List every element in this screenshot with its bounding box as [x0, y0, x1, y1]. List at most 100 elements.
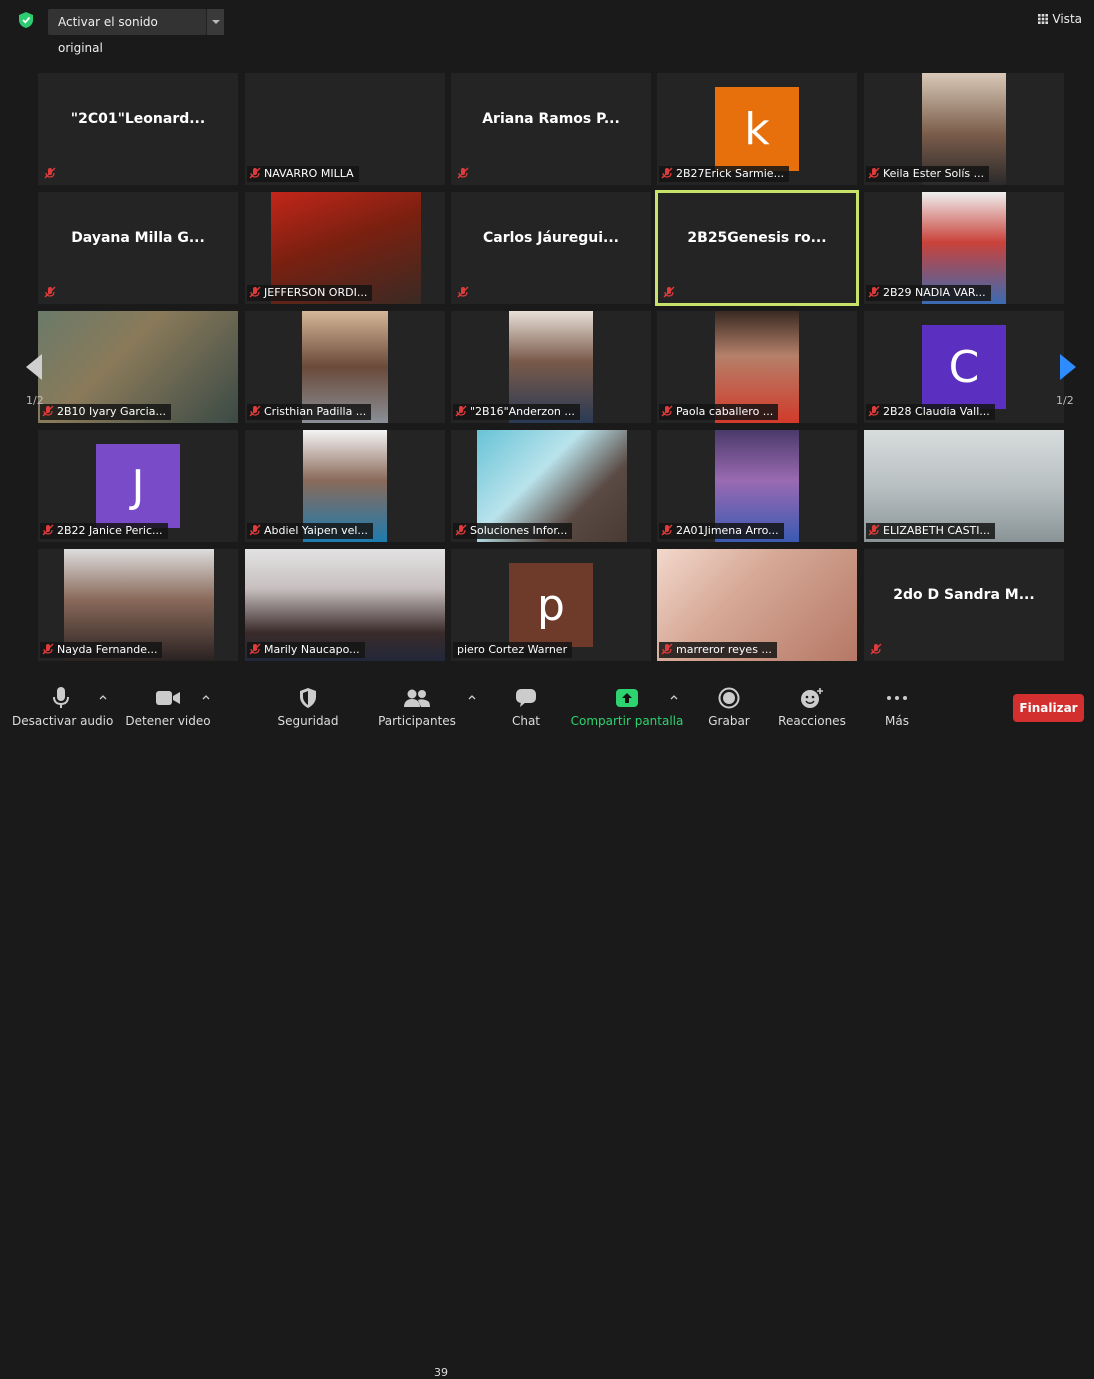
- participant-tile[interactable]: Dayana Milla G...: [38, 192, 238, 304]
- participant-tile[interactable]: Abdiel Yaipen vel...: [245, 430, 445, 542]
- participant-name-label: Cristhian Padilla ...: [247, 404, 372, 420]
- participant-tile[interactable]: Carlos Jáuregui...: [451, 192, 651, 304]
- participant-tile[interactable]: 2B25Genesis ro...: [655, 190, 859, 306]
- participant-tile[interactable]: Keila Ester Solís ...: [864, 73, 1064, 185]
- chat-bubble-icon: [516, 689, 536, 707]
- participant-name-label: Soluciones Infor...: [453, 523, 573, 539]
- participant-tile[interactable]: Paola caballero ...: [657, 311, 857, 423]
- participant-name-text: 2B27Erick Sarmie...: [676, 167, 785, 180]
- participant-name-text: Soluciones Infor...: [470, 524, 568, 537]
- muted-mic-icon: [457, 167, 469, 179]
- audio-options-caret-icon[interactable]: [99, 694, 107, 700]
- more-button[interactable]: Más: [870, 686, 924, 728]
- participant-tile[interactable]: 2do D Sandra M...: [864, 549, 1064, 661]
- mute-audio-button[interactable]: Desactivar audio: [12, 686, 114, 728]
- muted-mic-icon: [868, 524, 880, 536]
- previous-page-arrow-icon[interactable]: [22, 352, 44, 382]
- muted-mic-icon: [249, 167, 261, 179]
- participant-name-text: Keila Ester Solís ...: [883, 167, 985, 180]
- participant-tile[interactable]: "2B16"Anderzon ...: [451, 311, 651, 423]
- record-button[interactable]: Grabar: [700, 686, 758, 728]
- participant-name-text: NAVARRO MILLA: [264, 167, 354, 180]
- stop-video-button[interactable]: Detener video: [120, 686, 216, 728]
- participant-name-center: 2do D Sandra M...: [893, 587, 1035, 603]
- security-button[interactable]: Seguridad: [268, 686, 348, 728]
- participant-name-label: Keila Ester Solís ...: [866, 166, 990, 182]
- participant-tile[interactable]: Nayda Fernande...: [38, 549, 238, 661]
- muted-mic-icon: [661, 524, 673, 536]
- participant-name-text: 2A01Jimena Arro...: [676, 524, 779, 537]
- participant-tile[interactable]: NAVARRO MILLA: [245, 73, 445, 185]
- page-indicator-left: 1/2: [26, 394, 44, 407]
- participants-button[interactable]: Participantes: [374, 686, 460, 728]
- muted-mic-icon: [249, 524, 261, 536]
- participant-tile[interactable]: Ariana Ramos P...: [451, 73, 651, 185]
- participant-name-label: piero Cortez Warner: [453, 642, 573, 658]
- participant-tile[interactable]: Marily Naucapo...: [245, 549, 445, 661]
- share-options-caret-icon[interactable]: [670, 694, 678, 700]
- muted-mic-icon: [868, 167, 880, 179]
- muted-mic-icon: [868, 286, 880, 298]
- participant-tile[interactable]: k 2B27Erick Sarmie...: [657, 73, 857, 185]
- participant-tile[interactable]: 2A01Jimena Arro...: [657, 430, 857, 542]
- participant-name-text: ELIZABETH CASTI...: [883, 524, 991, 537]
- participant-tile[interactable]: JEFFERSON ORDI...: [245, 192, 445, 304]
- reactions-button[interactable]: Reacciones: [774, 686, 850, 728]
- participant-name-text: 2B22 Janice Peric...: [57, 524, 163, 537]
- microphone-icon: [53, 687, 69, 708]
- participant-avatar: J: [96, 444, 180, 528]
- participant-tile[interactable]: "2C01"Leonard...: [38, 73, 238, 185]
- participant-name-text: 2B28 Claudia Vall...: [883, 405, 990, 418]
- participant-name-label: 2B28 Claudia Vall...: [866, 404, 995, 420]
- video-options-caret-icon[interactable]: [202, 694, 210, 700]
- share-screen-button[interactable]: Compartir pantalla: [570, 686, 684, 728]
- participants-options-caret-icon[interactable]: [468, 694, 476, 700]
- share-screen-label: Compartir pantalla: [570, 714, 684, 728]
- participant-tile[interactable]: Soluciones Infor...: [451, 430, 651, 542]
- view-button[interactable]: Vista: [1038, 12, 1082, 26]
- muted-mic-icon: [661, 643, 673, 655]
- participant-tile[interactable]: p piero Cortez Warner: [451, 549, 651, 661]
- muted-mic-icon: [663, 286, 675, 298]
- participants-count: 39: [434, 1366, 448, 1379]
- muted-mic-icon: [249, 405, 261, 417]
- mute-audio-label: Desactivar audio: [12, 714, 114, 728]
- shield-icon: [300, 688, 316, 708]
- muted-mic-icon: [42, 643, 54, 655]
- muted-mic-icon: [42, 405, 54, 417]
- participants-icon: [404, 689, 430, 707]
- muted-mic-icon: [42, 524, 54, 536]
- participant-name-center: Carlos Jáuregui...: [482, 230, 619, 246]
- participant-tile[interactable]: J 2B22 Janice Peric...: [38, 430, 238, 542]
- reaction-emoji-icon: [801, 688, 823, 708]
- participant-name-text: Abdiel Yaipen vel...: [264, 524, 368, 537]
- participant-tile[interactable]: C 2B28 Claudia Vall...: [864, 311, 1064, 423]
- participant-name-text: piero Cortez Warner: [457, 643, 568, 656]
- more-dots-icon: [887, 696, 907, 700]
- participant-tile[interactable]: ELIZABETH CASTI...: [864, 430, 1064, 542]
- participant-avatar: C: [922, 325, 1006, 409]
- security-shield-icon: [19, 12, 33, 28]
- more-label: Más: [885, 714, 909, 728]
- participant-name-text: Marily Naucapo...: [264, 643, 360, 656]
- participant-tile[interactable]: Cristhian Padilla ...: [245, 311, 445, 423]
- participant-avatar: k: [715, 87, 799, 171]
- chat-button[interactable]: Chat: [496, 686, 556, 728]
- record-icon: [718, 687, 740, 709]
- original-sound-button[interactable]: Activar el sonido original: [48, 9, 206, 55]
- next-page-arrow-icon[interactable]: [1058, 352, 1080, 382]
- muted-mic-icon: [455, 524, 467, 536]
- record-label: Grabar: [708, 714, 750, 728]
- muted-mic-icon: [457, 286, 469, 298]
- muted-mic-icon: [455, 405, 467, 417]
- participant-name-label: 2B29 NADIA VAR...: [866, 285, 991, 301]
- stop-video-label: Detener video: [125, 714, 211, 728]
- end-meeting-button[interactable]: Finalizar: [1013, 694, 1084, 722]
- participant-name-label: Marily Naucapo...: [247, 642, 365, 658]
- chevron-down-icon[interactable]: [206, 9, 224, 35]
- participant-tile[interactable]: marreror reyes ...: [657, 549, 857, 661]
- participant-name-center: Dayana Milla G...: [71, 230, 205, 246]
- reactions-label: Reacciones: [778, 714, 846, 728]
- participant-tile[interactable]: 2B29 NADIA VAR...: [864, 192, 1064, 304]
- participant-tile[interactable]: 2B10 Iyary Garcia...: [38, 311, 238, 423]
